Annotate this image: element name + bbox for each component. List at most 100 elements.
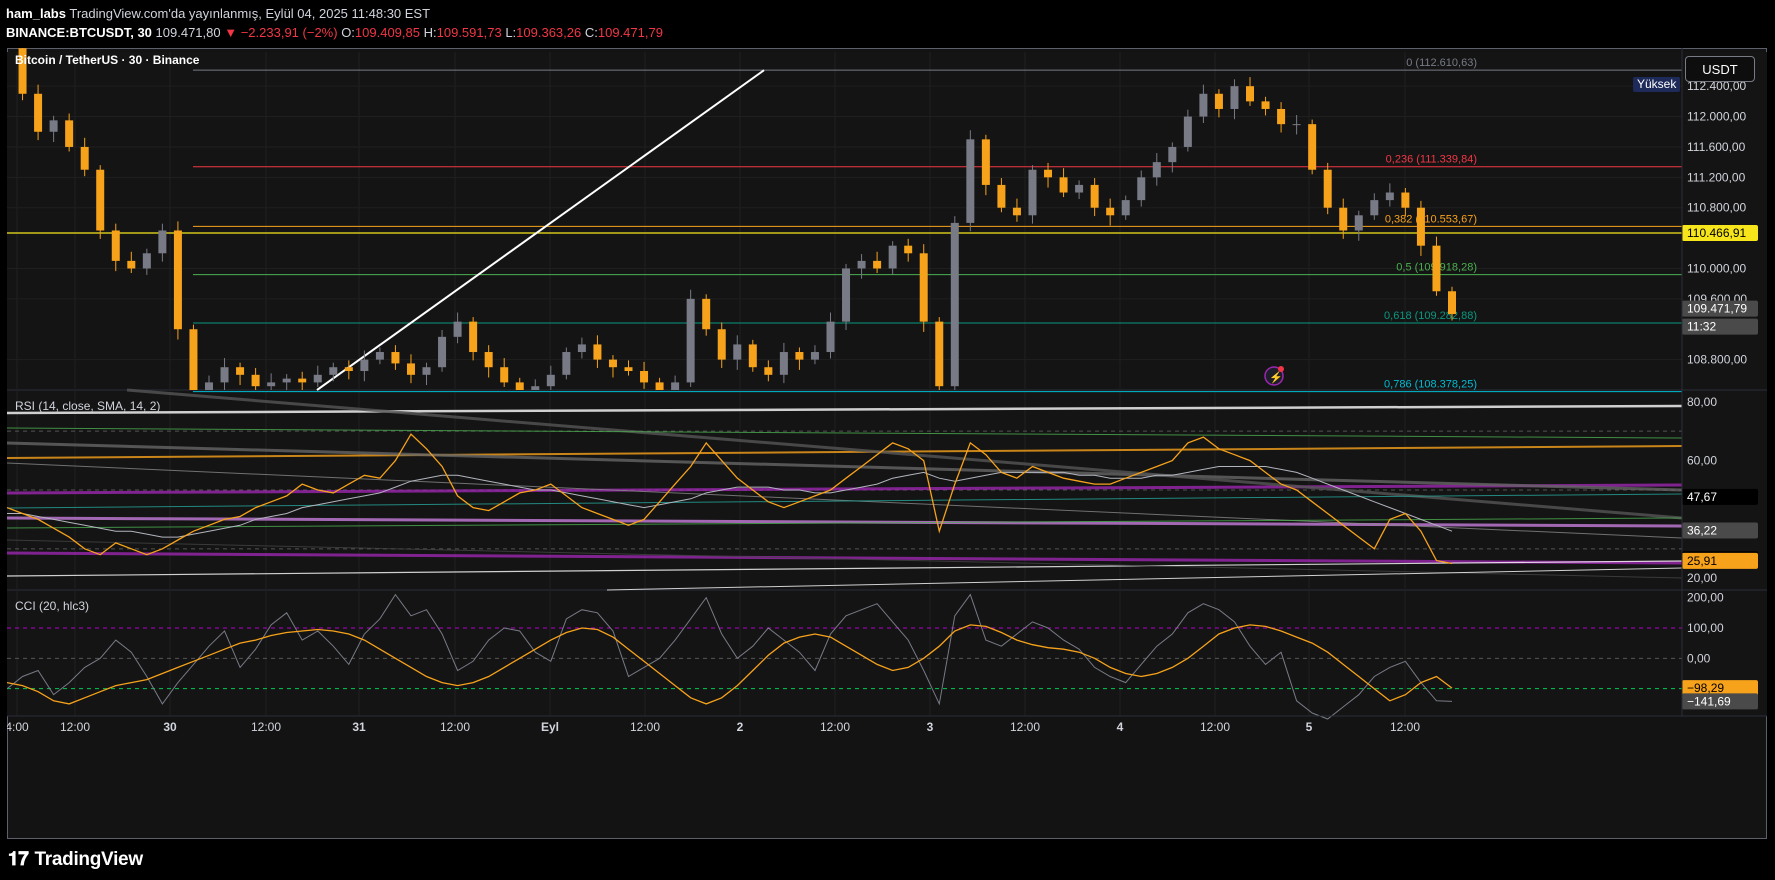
price-marker: 11:32 [1682, 318, 1758, 335]
candle-body [904, 245, 913, 254]
candle-body [826, 321, 835, 353]
candle-body [1199, 93, 1208, 117]
rsi-tick-label: 80,00 [1687, 395, 1717, 409]
price-tick-label: 112.000,00 [1687, 110, 1746, 124]
cci-tick-label: 100,00 [1687, 621, 1724, 635]
published-info: TradingView.com'da yayınlanmış, Eylül 04… [69, 6, 431, 21]
candle-body [997, 184, 1006, 208]
cci-marker: −141,69 [1682, 693, 1758, 710]
currency-button[interactable]: USDT [1685, 56, 1755, 82]
candle [748, 339, 757, 372]
candle-body [1168, 146, 1177, 163]
x-tick-label: 12:00 [440, 720, 470, 734]
price-marker-text: 109.471,79 [1687, 302, 1747, 316]
candle-body [748, 344, 757, 368]
candle [1308, 119, 1317, 175]
candle-body [546, 374, 555, 387]
x-tick-label: 12:00 [630, 720, 660, 734]
price-tick-label: 111.200,00 [1687, 170, 1746, 184]
tradingview-logo-icon: 𝟏𝟕 [8, 849, 29, 870]
x-tick-label: 12:00 [60, 720, 90, 734]
candle-body [981, 139, 990, 185]
rsi-marker: 47,67 [1682, 488, 1758, 505]
rsi-marker-text: 25,91 [1687, 554, 1717, 568]
candle-body [702, 298, 711, 330]
candle-body [1059, 177, 1068, 193]
candle-body [919, 253, 928, 322]
candle-body [593, 344, 602, 360]
candle [189, 324, 198, 390]
candle-body [1230, 86, 1239, 109]
price-change: ▼ −2.233,91 (−2%) [224, 25, 338, 40]
open-label: O: [341, 25, 355, 40]
candle-body [1385, 192, 1394, 201]
candle-body [966, 139, 975, 223]
fib-level-label: 0,236 (111.339,84) [1386, 154, 1477, 166]
candle-body [1339, 207, 1348, 231]
candle-body [1183, 116, 1192, 147]
candle-body [733, 344, 742, 360]
rsi-marker: 25,91 [1682, 552, 1758, 569]
candle-body [1214, 93, 1223, 109]
candle-body [360, 359, 369, 372]
candle-body [204, 382, 213, 390]
cci-marker-text: −98,29 [1687, 681, 1724, 695]
lightning-icon[interactable]: ⚡ [1264, 366, 1284, 386]
candle-body [624, 367, 633, 372]
cci-pane[interactable] [7, 590, 1767, 716]
cci-marker-text: −141,69 [1687, 694, 1731, 708]
price-marker-text: 11:32 [1687, 320, 1716, 334]
last-price: 109.471,80 [155, 25, 221, 40]
candle-body [65, 120, 74, 147]
x-tick-label: 4 [1117, 720, 1124, 734]
chart-canvas[interactable]: 4:00 12:00 30 12:00 31 12:00 Eyl 12:00 2 12:00 3 12… [7, 48, 1767, 839]
candle-body [842, 268, 851, 322]
candle-body [1075, 184, 1084, 193]
candle-body [935, 321, 944, 387]
candle-body [608, 359, 617, 368]
lightning-icon-dot [1278, 366, 1284, 372]
candle [173, 221, 182, 340]
candle-body [671, 382, 680, 390]
candle-body [950, 222, 959, 387]
x-tick-label: 30 [163, 720, 177, 734]
candle-body [500, 367, 509, 383]
candle-body [562, 352, 571, 375]
candle [1323, 162, 1332, 215]
rsi-title: RSI (14, close, SMA, 14, 2) [15, 399, 160, 413]
candle [562, 347, 571, 380]
high-value: 109.591,73 [436, 25, 502, 40]
candle-body [1152, 162, 1161, 178]
candle-body [764, 367, 773, 375]
candle [935, 317, 944, 390]
candle-body [1308, 124, 1317, 170]
rsi-tick-label: 60,00 [1687, 454, 1717, 468]
candle-body [857, 260, 866, 269]
rsi-marker-text: 47,67 [1687, 490, 1717, 504]
price-pane[interactable] [7, 52, 1767, 390]
candle-body [329, 367, 338, 375]
candle-body [438, 336, 447, 368]
header-bar: ham_labs TradingView.com'da yayınlanmış,… [0, 0, 1775, 47]
author-name[interactable]: ham_labs [6, 6, 66, 21]
tradingview-logo[interactable]: 𝟏𝟕 TradingView [8, 849, 143, 871]
candle-body [158, 230, 167, 254]
candle-body [717, 329, 726, 360]
x-tick-label: 5 [1306, 720, 1313, 734]
candle-body [142, 253, 151, 269]
candle-body [1292, 124, 1301, 126]
candle-body [220, 367, 229, 383]
candle-body [810, 352, 819, 360]
candle-body [655, 382, 664, 390]
candle-body [1012, 207, 1021, 216]
candle [966, 130, 975, 232]
x-tick-label: 12:00 [1200, 720, 1230, 734]
candle-body [1370, 200, 1379, 216]
cci-tick-label: 0,00 [1687, 651, 1711, 665]
candle [842, 263, 851, 330]
lightning-icon-glyph: ⚡ [1269, 371, 1283, 384]
tradingview-logo-text: TradingView [34, 849, 144, 870]
rsi-tick-label: 20,00 [1687, 571, 1717, 585]
candle-body [469, 321, 478, 353]
price-tick-label: 110.800,00 [1687, 201, 1746, 215]
